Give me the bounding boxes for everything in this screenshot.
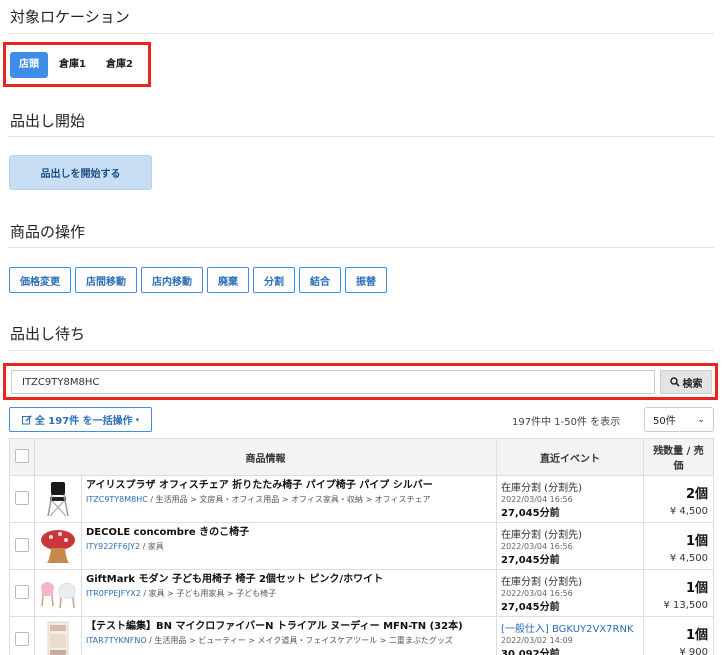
divider [8, 33, 714, 34]
row-checkbox[interactable] [15, 631, 29, 646]
event-name: 在庫分割 (分割先) [501, 577, 582, 588]
location-toggle-group: 店頭 倉庫1 倉庫2 [10, 52, 142, 78]
event-date: 2022/03/04 16:56 [501, 495, 573, 504]
product-thumbnail [34, 522, 82, 570]
chevron-down-icon: ⌄ [697, 414, 705, 425]
inter-store-move-button[interactable]: 店間移動 [75, 267, 137, 293]
in-store-move-button[interactable]: 店内移動 [141, 267, 203, 293]
search-button-label: 検索 [682, 378, 703, 390]
bulk-action-button[interactable]: 全 197件 を一括操作 ▾ [9, 407, 152, 432]
per-page-value: 50件 [653, 416, 676, 427]
caret-down-icon: ▾ [135, 415, 140, 424]
kids-chairs-icon [37, 572, 79, 614]
event-elapsed: 27,045分前 [501, 508, 560, 519]
header-stock-price: 残数量 / 売価 [643, 438, 714, 476]
product-name: DECOLE concombre きのこ椅子 [86, 527, 250, 538]
edit-icon [21, 414, 32, 424]
event-elapsed: 30,092分前 [501, 649, 560, 655]
event-elapsed: 27,045分前 [501, 555, 560, 566]
row-checkbox[interactable] [15, 584, 29, 599]
product-thumbnail [34, 569, 82, 617]
event-elapsed: 27,045分前 [501, 602, 560, 613]
header-recent-event: 直近イベント [496, 438, 644, 476]
location-button-storefront[interactable]: 店頭 [10, 52, 48, 78]
operations-toolbar: 価格変更 店間移動 店内移動 廃棄 分割 結合 振替 [9, 267, 387, 293]
waiting-section-title: 品出し待ち [10, 325, 86, 343]
stock-quantity: 1個 [685, 534, 708, 549]
mushroom-stool-icon [37, 525, 79, 567]
table-row[interactable]: GiftMark モダン 子ども用椅子 椅子 2個セット ピンク/ホワイト IT… [9, 569, 714, 617]
product-code-link[interactable]: ITZC9TY8M8HC [86, 495, 148, 504]
transfer-button[interactable]: 振替 [345, 267, 387, 293]
location-button-warehouse1[interactable]: 倉庫1 [50, 52, 95, 78]
search-button[interactable]: 検索 [660, 370, 712, 394]
stock-quantity: 2個 [685, 487, 708, 502]
price-change-button[interactable]: 価格変更 [9, 267, 71, 293]
waiting-items-table: 商品情報 直近イベント 残数量 / 売価 アイリスプラザ オフィスチェア 折りた… [9, 438, 714, 655]
selling-price: ¥ 4,500 [669, 506, 708, 517]
search-icon [669, 377, 680, 387]
discard-button[interactable]: 廃棄 [207, 267, 249, 293]
start-picking-button[interactable]: 品出しを開始する [9, 155, 152, 190]
divider [8, 247, 714, 248]
location-section-title: 対象ロケーション [10, 8, 130, 26]
event-date: 2022/03/02 14:09 [501, 636, 573, 645]
event-link[interactable]: [一般仕入] BGKUY2VX7RNK [501, 620, 639, 635]
location-button-warehouse2[interactable]: 倉庫2 [97, 52, 142, 78]
product-code-link[interactable]: ITR0FPEJFYX2 [86, 589, 141, 598]
selling-price: ¥ 900 [679, 647, 708, 655]
product-name: アイリスプラザ オフィスチェア 折りたたみ椅子 パイプ椅子 パイプ シルバー [86, 480, 433, 491]
event-name: 在庫分割 (分割先) [501, 530, 582, 541]
divider [8, 136, 714, 137]
selling-price: ¥ 13,500 [663, 600, 708, 611]
product-category: / 家具 [140, 542, 164, 551]
selling-price: ¥ 4,500 [669, 553, 708, 564]
product-name: 【テスト編集】BN マイクロファイバーN トライアル ヌーディー MFN-TN … [86, 621, 463, 632]
product-category: / 家具 > 子ども用家具 > 子ども椅子 [140, 589, 277, 598]
operations-section-title: 商品の操作 [10, 223, 86, 241]
table-row[interactable]: アイリスプラザ オフィスチェア 折りたたみ椅子 パイプ椅子 パイプ シルバー I… [9, 475, 714, 523]
stock-quantity: 1個 [685, 628, 708, 643]
header-product-info: 商品情報 [34, 438, 497, 476]
merge-button[interactable]: 結合 [299, 267, 341, 293]
per-page-select[interactable]: 50件 ⌄ [644, 407, 714, 432]
picking-section-title: 品出し開始 [10, 112, 86, 130]
folding-chair-icon [37, 478, 79, 520]
product-name: GiftMark モダン 子ども用椅子 椅子 2個セット ピンク/ホワイト [86, 574, 384, 585]
search-input[interactable] [11, 370, 655, 394]
product-code-link[interactable]: ITAR7TYKNFNO [86, 636, 147, 645]
select-all-checkbox[interactable] [15, 448, 29, 463]
event-name: 在庫分割 (分割先) [501, 483, 582, 494]
split-button[interactable]: 分割 [253, 267, 295, 293]
table-row[interactable]: DECOLE concombre きのこ椅子 ITY922FF6JY2 / 家具… [9, 522, 714, 570]
row-checkbox[interactable] [15, 537, 29, 552]
product-category: / 生活用品 > ビューティー > メイク道具・フェイスケアツール > 二重まぶ… [146, 636, 453, 645]
product-code-link[interactable]: ITY922FF6JY2 [86, 542, 140, 551]
header-checkbox-cell [9, 438, 35, 476]
divider [8, 350, 714, 351]
row-checkbox[interactable] [15, 490, 29, 505]
product-package-icon [37, 619, 79, 655]
event-date: 2022/03/04 16:56 [501, 589, 573, 598]
event-date: 2022/03/04 16:56 [501, 542, 573, 551]
result-count: 197件中 1-50件 を表示 [512, 417, 621, 428]
stock-quantity: 1個 [685, 581, 708, 596]
product-thumbnail [34, 475, 82, 523]
product-category: / 生活用品 > 文房具・オフィス用品 > オフィス家具・収納 > オフィスチェ… [147, 495, 431, 504]
table-row[interactable]: 【テスト編集】BN マイクロファイバーN トライアル ヌーディー MFN-TN … [9, 616, 714, 655]
bulk-action-label: 全 197件 を一括操作 [34, 416, 133, 427]
product-thumbnail [34, 616, 82, 655]
